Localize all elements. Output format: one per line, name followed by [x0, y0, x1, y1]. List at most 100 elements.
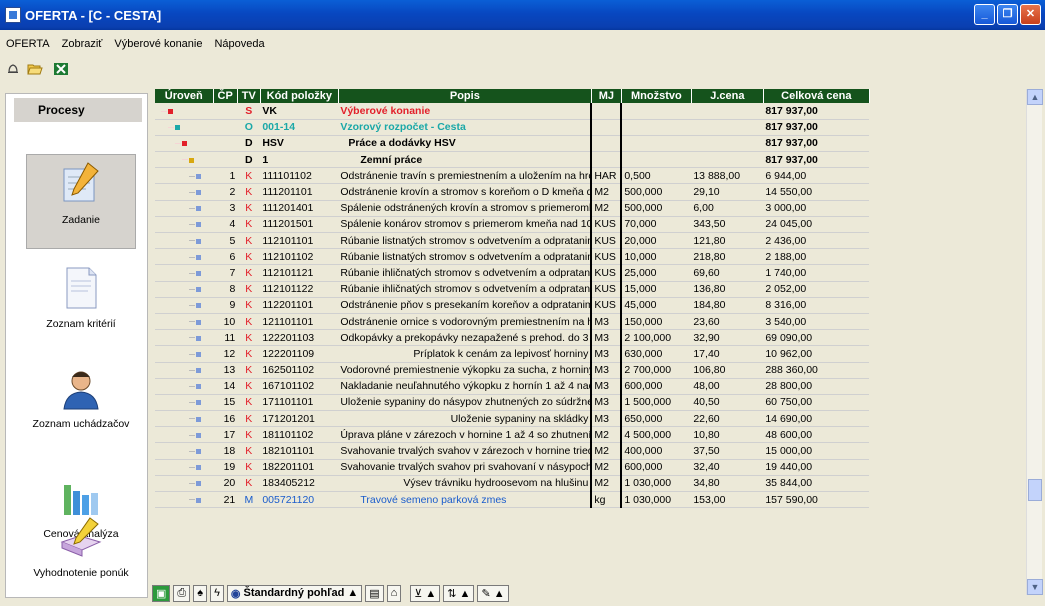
table-row[interactable]: 13 K 162501102 Vodorovné premiestnenie výko…	[155, 362, 870, 379]
table-row[interactable]: 1 K 111101102 Odstránenie travín s premiest…	[155, 167, 870, 185]
table-row[interactable]: 6 K 112101102 Rúbanie listnatých stromov s …	[155, 248, 870, 266]
kod-cell: 112101102	[260, 248, 339, 266]
view-selector[interactable]: ◉ Štandardný pohľad ▲	[226, 584, 363, 602]
level-cell	[155, 281, 213, 298]
tv-cell: K	[237, 394, 261, 412]
level-indicator-icon	[157, 494, 201, 506]
table-row[interactable]: 5 K 112101101 Rúbanie listnatých stromov s …	[155, 232, 870, 250]
table-row[interactable]: 3 K 111201401 Spálenie odstránených krovín …	[155, 200, 870, 217]
tv-cell: K	[237, 459, 261, 476]
toolbar	[4, 58, 70, 80]
cp-cell: 3	[213, 200, 238, 217]
table-row[interactable]: D 1 Zemní práce 817 937,00	[155, 151, 870, 169]
menu-napoveda[interactable]: Nápoveda	[214, 38, 264, 56]
celkova-cena-cell: 3 000,00	[763, 200, 870, 217]
level-indicator-icon	[157, 332, 201, 344]
table-row[interactable]: 17 K 181101102 Úprava pláne v zárezoch v ho…	[155, 426, 870, 444]
mj-cell: KUS	[591, 232, 623, 250]
process-vyhodnotenie-ponuk[interactable]: Vyhodnotenie ponúk	[26, 517, 136, 599]
maximize-button[interactable]: ❐	[997, 4, 1018, 25]
scroll-up-button[interactable]: ▲	[1027, 89, 1043, 105]
table-row[interactable]: 7 K 112101121 Rúbanie ihličnatých stromov s…	[155, 264, 870, 282]
celkova-cena-cell: 48 600,00	[763, 426, 870, 444]
process-zoznam-uchadzacov[interactable]: Zoznam uchádzačov	[26, 359, 136, 454]
scroll-down-button[interactable]: ▼	[1027, 579, 1043, 595]
table-row[interactable]: 4 K 111201501 Spálenie konárov stromov s pr…	[155, 216, 870, 234]
process-zoznam-kriterii[interactable]: Zoznam kritérií	[26, 259, 136, 339]
process-label: Zadanie	[62, 214, 100, 226]
col-jcena[interactable]: J.cena	[691, 89, 764, 103]
close-button[interactable]: ✕	[1020, 4, 1041, 25]
col-mnozstvo[interactable]: Množstvo	[621, 89, 692, 103]
open-folder-icon[interactable]	[26, 60, 44, 78]
mnozstvo-cell: 45,000	[621, 297, 692, 314]
table-row[interactable]: 8 K 112101122 Rúbanie ihličnatých stromov s…	[155, 281, 870, 298]
celkova-cena-cell: 2 188,00	[763, 248, 870, 266]
table-row[interactable]: 10 K 121101101 Odstránenie ornice s vodorov…	[155, 313, 870, 331]
tv-cell: S	[237, 103, 261, 120]
save-icon[interactable]: ▤	[365, 584, 384, 602]
lightning-icon[interactable]: ϟ	[210, 584, 224, 602]
table-row[interactable]: O 001-14 Vzorový rozpočet - Cesta 817 937,0…	[155, 119, 870, 136]
level-indicator-icon	[157, 251, 201, 263]
table-row[interactable]: D HSV Práce a dodávky HSV 817 937,00	[155, 135, 870, 153]
scroll-thumb[interactable]	[1028, 479, 1042, 501]
kod-cell: 111201101	[260, 183, 339, 201]
table-row[interactable]: 16 K 171201201 Uloženie sypaniny na skládky…	[155, 410, 870, 428]
col-popis[interactable]: Popis	[338, 89, 592, 103]
excel-icon[interactable]	[52, 60, 70, 78]
table-row[interactable]: 18 K 182101101 Svahovanie trvalých svahov v…	[155, 442, 870, 460]
binoculars-icon[interactable]: ♠	[193, 584, 208, 602]
level-cell	[155, 459, 213, 476]
menu-oferta[interactable]: OFERTA	[6, 38, 50, 56]
sort-button[interactable]: ⇅ ▲	[443, 584, 475, 602]
table-row[interactable]: 11 K 122201103 Odkopávky a prekopávky nezap…	[155, 329, 870, 347]
mj-cell: M3	[591, 410, 623, 428]
level-cell	[155, 264, 213, 282]
level-cell	[155, 442, 213, 460]
col-kod[interactable]: Kód položky	[260, 89, 339, 103]
celkova-cena-cell: 14 690,00	[763, 410, 870, 428]
menu-vyberove-konanie[interactable]: Výberové konanie	[114, 38, 202, 56]
popis-cell: Spálenie odstránených krovín a stromov s…	[338, 200, 593, 217]
bell-icon[interactable]	[4, 60, 22, 78]
menu-zobrazit[interactable]: Zobraziť	[62, 38, 103, 56]
minimize-button[interactable]: _	[974, 4, 995, 25]
home-icon[interactable]: ⌂	[386, 584, 402, 602]
col-tv[interactable]: TV	[237, 89, 261, 103]
jcena-cell: 17,40	[691, 345, 764, 363]
cp-cell: 18	[213, 442, 238, 460]
mnozstvo-cell: 500,000	[621, 200, 692, 217]
process-panel-header: Procesy	[14, 98, 142, 122]
table-row[interactable]: 9 K 112201101 Odstránenie pňov s presekaním…	[155, 297, 870, 314]
table-row[interactable]: S VK Výberové konanie 817 937,00	[155, 103, 870, 120]
table-row[interactable]: 2 K 111201101 Odstránenie krovín a stromov …	[155, 183, 870, 201]
table-row[interactable]: 14 K 167101102 Nakladanie neuľahnutého výko…	[155, 378, 870, 395]
table-row[interactable]: 12 K 122201109 Príplatok k cenám za lepivos…	[155, 345, 870, 363]
popis-cell: Uloženie sypaniny do násypov zhutnených …	[338, 394, 593, 412]
mnozstvo-cell: 1 500,000	[621, 394, 692, 412]
jcena-cell: 32,90	[691, 329, 764, 347]
vertical-scrollbar[interactable]: ▲ ▼	[1026, 89, 1043, 595]
process-zadanie[interactable]: Zadanie	[26, 154, 136, 249]
celkova-cena-cell: 157 590,00	[763, 491, 870, 509]
level-indicator-icon	[157, 202, 201, 214]
table-row[interactable]: 19 K 182201101 Svahovanie trvalých svahov p…	[155, 459, 870, 476]
col-uroven[interactable]: Úroveň	[155, 89, 214, 103]
col-mj[interactable]: MJ	[591, 89, 622, 103]
green-flag-icon[interactable]: ▣	[152, 584, 171, 602]
col-celkova-cena[interactable]: Celková cena	[763, 89, 870, 103]
filter-button[interactable]: ⊻ ▲	[410, 584, 441, 602]
table-row[interactable]: 21 M 005721120 Travové semeno parková zmes k…	[155, 491, 870, 509]
table-row[interactable]: 15 K 171101101 Uloženie sypaniny do násypov…	[155, 394, 870, 412]
popis-cell: Uloženie sypaniny na skládky	[338, 410, 593, 428]
mj-cell: KUS	[591, 264, 623, 282]
print-icon[interactable]: ⎙	[173, 584, 191, 602]
table-row[interactable]: 20 K 183405212 Výsev trávniku hydroosevom n…	[155, 475, 870, 493]
level-cell	[155, 167, 213, 185]
cp-cell: 16	[213, 410, 238, 428]
app-icon	[5, 7, 21, 23]
col-cp[interactable]: ČP	[213, 89, 238, 103]
edit-button[interactable]: ✎ ▲	[477, 584, 509, 602]
mnozstvo-cell: 15,000	[621, 281, 692, 298]
